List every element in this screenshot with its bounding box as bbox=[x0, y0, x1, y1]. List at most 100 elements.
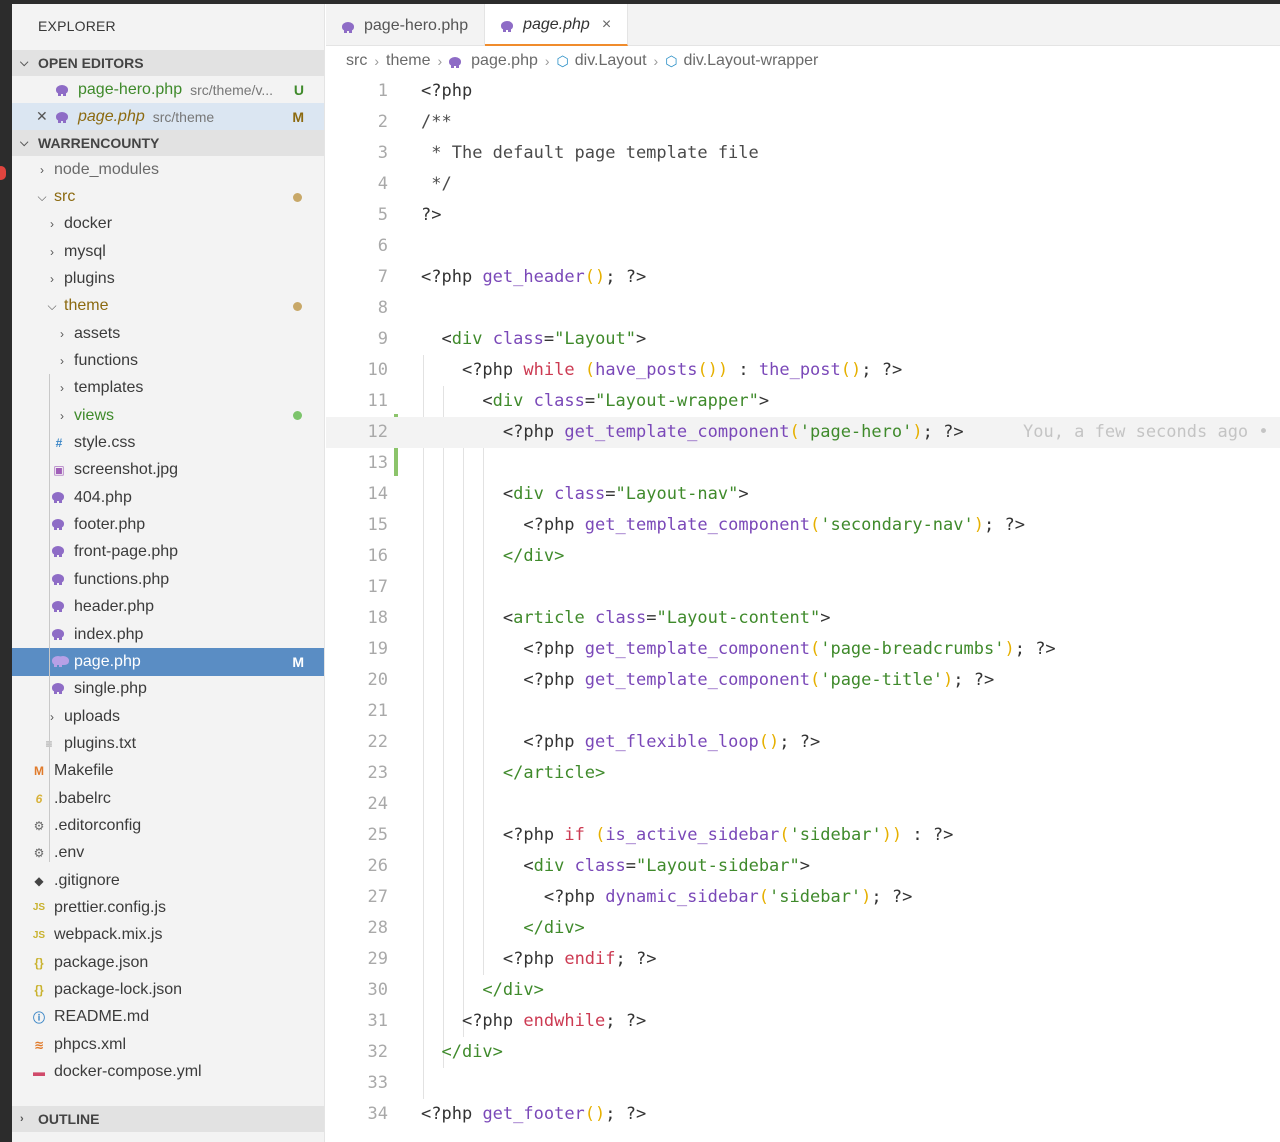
php-file-icon bbox=[449, 56, 463, 68]
chevron-right-icon: › bbox=[50, 244, 54, 259]
open-editors-header[interactable]: ⌵ OPEN EDITORS bbox=[12, 50, 324, 76]
css-file-icon: # bbox=[55, 436, 63, 451]
open-editor-item[interactable]: page-hero.php src/theme/v... U bbox=[12, 76, 324, 103]
chevron-right-icon: › bbox=[60, 354, 64, 369]
git-icon: ◆ bbox=[34, 873, 44, 888]
tree-item[interactable]: ▬ docker-compose.yml bbox=[12, 1058, 324, 1085]
tree-item[interactable]: ⚙ .editorconfig bbox=[12, 812, 324, 839]
tree-item[interactable]: ⚙ .env bbox=[12, 840, 324, 867]
tree-item[interactable]: 6 .babelrc bbox=[12, 785, 324, 812]
tree-item[interactable]: › functions bbox=[12, 347, 324, 374]
php-file-icon bbox=[56, 111, 70, 123]
tree-item[interactable]: M Makefile bbox=[12, 758, 324, 785]
code-line: 24 bbox=[367, 794, 388, 814]
breadcrumb: src › theme › page.php › ⬡ div.Layout › … bbox=[346, 46, 818, 76]
close-tab-icon[interactable]: × bbox=[602, 16, 611, 34]
chevron-down-icon: ⌵ bbox=[37, 189, 47, 204]
code-line: 27 <?php dynamic_sidebar('sidebar'); ?> bbox=[367, 887, 913, 907]
code-line: 16 </div> bbox=[367, 546, 565, 566]
gear-icon: ⚙ bbox=[33, 846, 45, 861]
close-icon[interactable]: ✕ bbox=[36, 108, 56, 125]
tree-item[interactable]: ⌵ theme bbox=[12, 293, 324, 320]
tree-item[interactable]: header.php bbox=[12, 594, 324, 621]
code-line: 6 bbox=[377, 236, 388, 256]
tab-page[interactable]: page.php × bbox=[485, 0, 629, 46]
open-editor-item[interactable]: ✕ page.php src/theme M bbox=[12, 103, 324, 130]
tree-item[interactable]: › views bbox=[12, 402, 324, 429]
tree-item[interactable]: functions.php bbox=[12, 566, 324, 593]
chevron-right-icon: › bbox=[374, 53, 379, 69]
chevron-right-icon: › bbox=[60, 408, 64, 423]
activity-bar bbox=[0, 0, 12, 1142]
modified-badge: M bbox=[292, 108, 304, 125]
tree-item[interactable]: ⓘ README.md bbox=[12, 1004, 324, 1031]
breadcrumb-item[interactable]: div.Layout-wrapper bbox=[683, 46, 818, 76]
outline-header[interactable]: › OUTLINE bbox=[12, 1106, 324, 1132]
file-tree: › node_modules ⌵ src › docker › mysql › plugi… bbox=[12, 156, 324, 1086]
chevron-right-icon: › bbox=[50, 272, 54, 287]
git-blame-annotation: You, a few seconds ago • bbox=[1023, 422, 1269, 442]
modified-badge: M bbox=[292, 653, 304, 670]
breadcrumb-item[interactable]: theme bbox=[386, 46, 430, 76]
tree-item[interactable]: › mysql bbox=[12, 238, 324, 265]
chevron-right-icon: › bbox=[50, 709, 54, 724]
tab-bar: page-hero.php page.php × bbox=[326, 0, 1280, 46]
info-icon: ⓘ bbox=[32, 1010, 45, 1025]
breadcrumb-item[interactable]: div.Layout bbox=[575, 46, 647, 76]
tree-item[interactable]: single.php bbox=[12, 676, 324, 703]
javascript-icon: JS bbox=[32, 902, 46, 914]
tree-item[interactable]: ▣ screenshot.jpg bbox=[12, 457, 324, 484]
tree-item[interactable]: › docker bbox=[12, 211, 324, 238]
tree-item[interactable]: {} package.json bbox=[12, 949, 324, 976]
breadcrumb-item[interactable]: src bbox=[346, 46, 367, 76]
tree-item[interactable]: ≡plugins.txt bbox=[12, 730, 324, 757]
code-line: 13 bbox=[367, 453, 388, 473]
code-line: 8 bbox=[377, 298, 388, 318]
code-line: 18 <article class="Layout-content"> bbox=[367, 608, 831, 628]
code-line: 2/** bbox=[377, 112, 452, 132]
code-line: 1 <?php bbox=[377, 81, 473, 101]
tree-item[interactable]: › node_modules bbox=[12, 156, 324, 183]
tree-item[interactable]: JS webpack.mix.js bbox=[12, 922, 324, 949]
code-line: 21 bbox=[367, 701, 388, 721]
code-line: 7 <?php get_header(); ?> bbox=[377, 267, 647, 287]
code-line: 11 <div class="Layout-wrapper"> bbox=[367, 391, 770, 411]
tree-item[interactable]: › plugins bbox=[12, 265, 324, 292]
php-file-icon bbox=[50, 682, 68, 696]
tree-item-selected[interactable]: page.php M bbox=[12, 648, 324, 676]
image-file-icon: ▣ bbox=[53, 463, 65, 478]
tree-item[interactable]: › templates bbox=[12, 375, 324, 402]
javascript-icon: JS bbox=[32, 929, 46, 941]
code-line: 10 <?php while (have_posts()) : the_post… bbox=[367, 360, 903, 380]
php-file-icon bbox=[50, 573, 68, 587]
code-line: 20 <?php get_template_component('page-ti… bbox=[367, 670, 995, 690]
code-editor[interactable]: 1 <?php 2/** 3 * The default page templat… bbox=[326, 76, 1280, 1142]
tree-item[interactable]: index.php bbox=[12, 621, 324, 648]
cube-icon: ⬡ bbox=[665, 53, 678, 69]
tree-item[interactable]: ⌵ src bbox=[12, 183, 324, 210]
tree-item[interactable]: › uploads bbox=[12, 703, 324, 730]
tree-item[interactable]: ≋ phpcs.xml bbox=[12, 1031, 324, 1058]
tree-item[interactable]: 404.php bbox=[12, 484, 324, 511]
chevron-right-icon: › bbox=[50, 217, 54, 232]
tree-item[interactable]: front-page.php bbox=[12, 539, 324, 566]
tree-item[interactable]: JS prettier.config.js bbox=[12, 894, 324, 921]
tree-item[interactable]: footer.php bbox=[12, 511, 324, 538]
breadcrumb-item[interactable]: page.php bbox=[471, 46, 538, 76]
tree-item[interactable]: # style.css bbox=[12, 429, 324, 456]
tree-item[interactable]: ◆ .gitignore bbox=[12, 867, 324, 894]
makefile-icon: M bbox=[34, 764, 44, 779]
babel-icon: 6 bbox=[35, 791, 43, 806]
modified-dot bbox=[293, 192, 302, 202]
tree-item[interactable]: {} package-lock.json bbox=[12, 976, 324, 1003]
chevron-right-icon: › bbox=[60, 381, 64, 396]
php-file-icon bbox=[342, 21, 356, 33]
code-line: 28 </div> bbox=[367, 918, 585, 938]
code-line: 22 <?php get_flexible_loop(); ?> bbox=[367, 732, 821, 752]
cube-icon: ⬡ bbox=[556, 53, 569, 69]
php-file-icon bbox=[501, 20, 515, 32]
rss-icon: ≋ bbox=[33, 1037, 45, 1052]
project-header[interactable]: ⌵ WARRENCOUNTY bbox=[12, 130, 324, 156]
tab-page-hero[interactable]: page-hero.php bbox=[326, 0, 486, 46]
tree-item[interactable]: › assets bbox=[12, 320, 324, 347]
